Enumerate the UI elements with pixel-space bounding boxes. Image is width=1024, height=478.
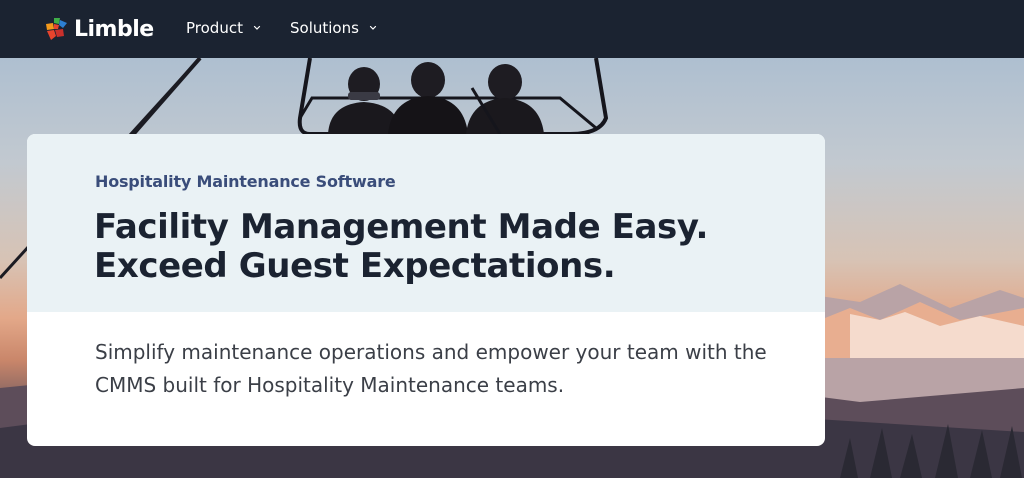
top-navbar: Limble Product Solutions — [0, 0, 1024, 58]
nav-item-product[interactable]: Product — [186, 19, 262, 37]
brand-logo[interactable]: Limble — [42, 14, 154, 44]
nav-item-product-label: Product — [186, 19, 243, 37]
nav-item-solutions[interactable]: Solutions — [290, 19, 378, 37]
hero-headline: Facility Management Made Easy. Exceed Gu… — [94, 208, 794, 286]
brand-name: Limble — [74, 16, 154, 42]
limble-logo-icon — [46, 18, 67, 40]
hero-headline-line-1: Facility Management Made Easy. — [94, 207, 709, 247]
nav-item-solutions-label: Solutions — [290, 19, 359, 37]
hero-card: Hospitality Maintenance Software Facilit… — [27, 134, 825, 446]
hero-eyebrow: Hospitality Maintenance Software — [95, 172, 396, 191]
hero-headline-line-2: Exceed Guest Expectations. — [94, 246, 616, 286]
chevron-down-icon — [369, 25, 377, 30]
hero-subtext: Simplify maintenance operations and empo… — [95, 340, 767, 397]
chevron-down-icon — [253, 25, 261, 30]
